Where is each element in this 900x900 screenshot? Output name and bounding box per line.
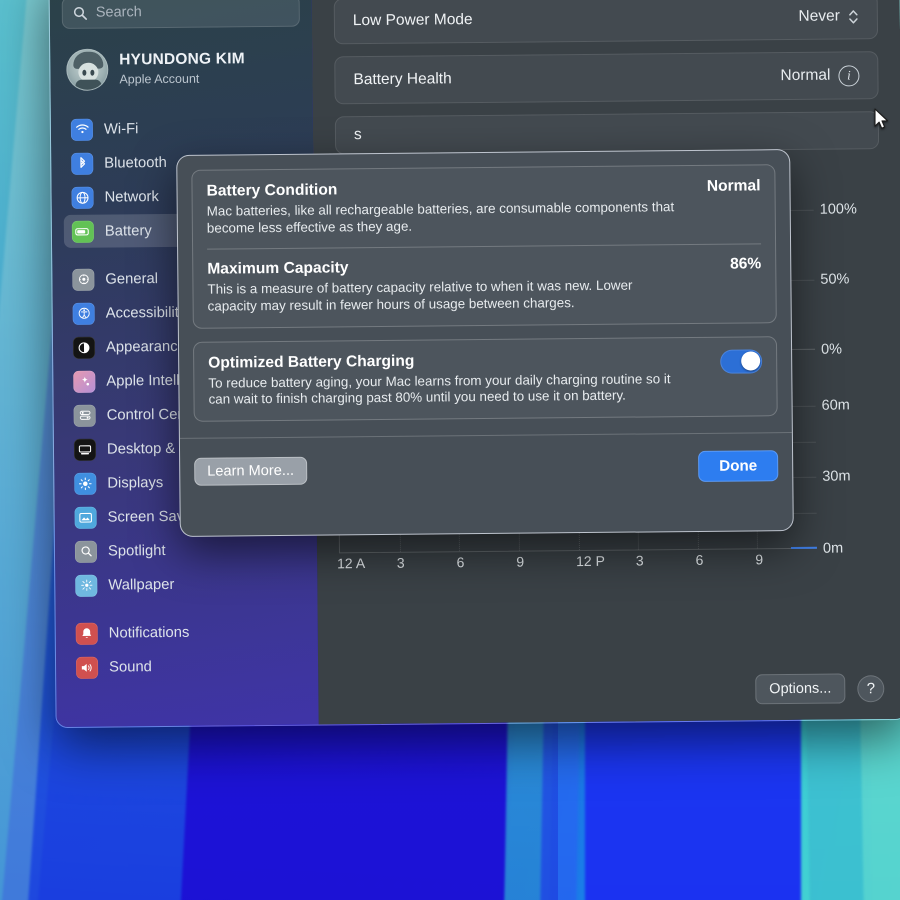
battery-health-sheet: Battery Condition Normal Mac batteries, … <box>176 149 794 537</box>
control-center-icon <box>73 404 96 427</box>
optimized-charging-title: Optimized Battery Charging <box>208 352 415 372</box>
x-tick-label: 3 <box>635 552 644 569</box>
sidebar-item-label: Sound <box>108 658 152 676</box>
done-button[interactable]: Done <box>698 450 779 483</box>
battery-condition-title: Battery Condition <box>206 181 338 200</box>
appearance-icon <box>72 336 96 359</box>
sidebar-item-label: Bluetooth <box>104 154 167 172</box>
y-tick-label: 0% <box>820 341 843 358</box>
maximum-capacity-value: 86% <box>729 255 762 273</box>
optimized-charging-description: To reduce battery aging, your Mac learns… <box>208 370 671 408</box>
battery-info-card: Battery Condition Normal Mac batteries, … <box>191 164 777 329</box>
x-tick-label: 12 A <box>337 555 366 572</box>
row-low-power-mode[interactable]: Low Power Mode Never <box>333 0 879 45</box>
battery-condition-description: Mac batteries, like all rechargeable bat… <box>206 199 675 236</box>
notifications-icon <box>75 622 98 645</box>
avatar <box>66 48 109 91</box>
maximum-capacity-title: Maximum Capacity <box>207 259 349 278</box>
y-tick-label: 0m <box>822 540 844 557</box>
pane-footer: Options... ? <box>755 673 885 705</box>
sound-icon <box>75 656 99 679</box>
maximum-capacity-description: This is a measure of battery capacity re… <box>207 277 633 314</box>
search-icon <box>73 6 88 20</box>
battery-condition-value: Normal <box>706 177 761 195</box>
globe-icon <box>71 186 94 209</box>
account-subtitle: Apple Account <box>119 71 200 87</box>
row-battery-health[interactable]: Battery Health Normal i <box>334 51 879 105</box>
info-icon[interactable]: i <box>838 64 860 87</box>
sidebar-item-label: Network <box>104 188 159 206</box>
sheet-footer: Learn More... Done <box>194 434 779 488</box>
y-tick-label: 30m <box>822 468 851 485</box>
sidebar-item-sound[interactable]: Sound <box>68 649 306 684</box>
low-power-mode-popup[interactable]: Never <box>798 7 859 26</box>
options-button[interactable]: Options... <box>755 673 846 705</box>
desktop-dock-icon <box>73 438 97 461</box>
sidebar-group-alerts: Notifications Sound <box>68 615 307 684</box>
learn-more-button[interactable]: Learn More... <box>194 456 308 486</box>
row-label: Low Power Mode <box>352 11 473 30</box>
sidebar-item-label: Accessibility <box>105 304 187 322</box>
y-tick-label: 60m <box>821 397 850 414</box>
row-value: Normal <box>780 66 831 85</box>
bluetooth-icon <box>71 152 94 175</box>
row-value: Never <box>798 7 840 25</box>
sidebar-item-label: Notifications <box>108 624 190 642</box>
x-tick-label: 9 <box>755 551 764 568</box>
help-button[interactable]: ? <box>857 674 885 702</box>
sidebar-item-label: Wallpaper <box>108 576 175 594</box>
displays-icon <box>74 472 97 495</box>
sidebar-item-label: Battery <box>104 222 152 240</box>
sidebar-item-label: General <box>105 270 159 288</box>
x-axis-ticks: 12 A 3 6 9 12 P 3 6 9 <box>337 549 817 576</box>
row-partial-behind-sheet[interactable]: s <box>334 111 880 155</box>
search-input[interactable] <box>95 2 289 21</box>
sidebar-item-spotlight[interactable]: Spotlight <box>67 533 305 568</box>
wifi-icon <box>70 118 94 141</box>
optimized-charging-toggle[interactable] <box>720 348 763 374</box>
mouse-cursor <box>874 108 889 129</box>
apple-account-item[interactable]: HYUNDONG KIM Apple Account <box>62 43 300 91</box>
wallpaper-icon <box>75 574 98 597</box>
screen-saver-icon <box>74 506 97 529</box>
gear-icon <box>72 268 95 291</box>
toggle-knob <box>740 351 760 371</box>
search-field[interactable] <box>61 0 300 29</box>
sidebar-item-label: Displays <box>107 474 164 492</box>
y-tick-label: 100% <box>819 201 857 218</box>
spotlight-icon <box>74 540 98 563</box>
x-tick-label: 6 <box>695 551 704 568</box>
accessibility-icon <box>72 302 95 325</box>
account-name: HYUNDONG KIM <box>119 50 245 69</box>
optimized-charging-card: Optimized Battery Charging To reduce bat… <box>192 335 778 423</box>
battery-icon <box>71 220 94 243</box>
row-partial-label: s <box>353 126 362 144</box>
x-tick-label: 3 <box>396 554 405 571</box>
y-tick-label: 50% <box>820 271 850 288</box>
chevron-up-down-icon <box>848 8 859 25</box>
sidebar-item-label: Appearance <box>105 338 186 356</box>
row-label: Battery Health <box>353 70 452 89</box>
sidebar-item-notifications[interactable]: Notifications <box>68 615 306 650</box>
card-divider <box>207 243 762 250</box>
sidebar-item-wi-fi[interactable]: Wi-Fi <box>63 111 301 146</box>
sidebar-item-label: Spotlight <box>107 542 166 560</box>
x-tick-label: 9 <box>516 553 525 570</box>
apple-intelligence-icon <box>73 370 96 393</box>
sidebar-item-label: Wi-Fi <box>103 120 139 138</box>
x-tick-label: 6 <box>456 554 465 571</box>
sidebar-item-wallpaper[interactable]: Wallpaper <box>67 567 305 602</box>
x-tick-label: 12 P <box>576 552 605 570</box>
